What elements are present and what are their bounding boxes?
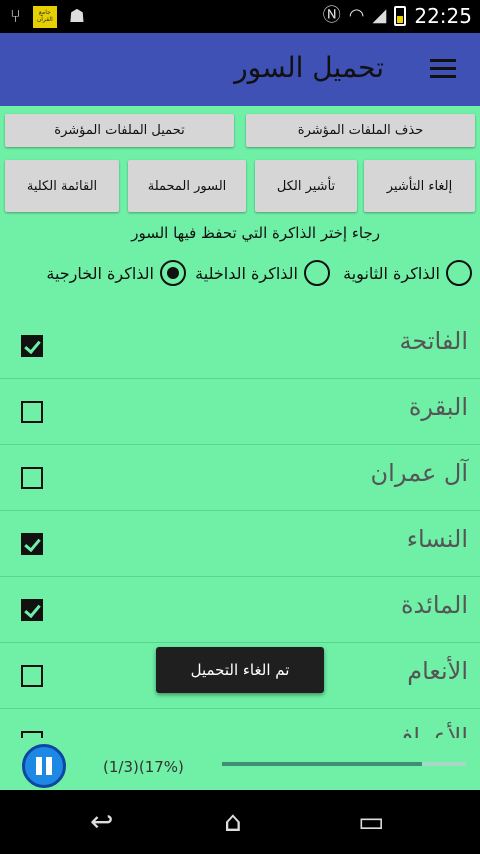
recents-icon[interactable]: ▭ [358,806,384,838]
app-bar: تحميل السور [0,33,480,106]
list-item[interactable]: البقرة [0,379,480,445]
surah-name: الأنعام [407,657,468,685]
surah-checkbox[interactable] [21,467,43,489]
surah-checkbox[interactable] [21,599,43,621]
radio-circle [446,260,472,286]
downloaded-surahs-button[interactable]: السور المحملة [128,160,246,212]
surah-name: آل عمران [370,459,468,487]
list-item[interactable]: الفاتحة [0,313,480,379]
radio-circle-selected [160,260,186,286]
android-icon: ☗ [68,6,85,27]
pause-icon[interactable] [22,744,66,788]
battery-charging-icon [394,6,407,26]
wifi-icon: ◠ [348,5,365,26]
radio-internal-memory[interactable]: الذاكرة الداخلية [195,260,330,286]
status-bar: ⑂ جامع القرآن ☗ Ⓝ ◠ ◢ 22:25 [0,0,480,33]
status-time: 22:25 [414,4,472,28]
list-item[interactable]: النساء [0,511,480,577]
radio-label: الذاكرة الثانوية [343,263,440,283]
toast-message: تم الغاء التحميل [156,647,324,693]
radio-external-memory[interactable]: الذاكرة الخارجية [46,260,186,286]
progress-text: (1/3)(17%) [103,758,184,776]
main-content: حذف الملفات المؤشرة تحميل الملفات المؤشر… [0,106,480,790]
progress-track [222,762,466,766]
home-icon[interactable]: ⌂ [224,806,242,838]
radio-circle [304,260,330,286]
surah-name: الفاتحة [399,327,468,355]
signal-icon: ◢ [372,5,387,26]
full-list-button[interactable]: القائمة الكلية [5,160,119,212]
nfc-icon: Ⓝ [322,5,341,26]
surah-name: النساء [406,525,468,553]
surah-checkbox[interactable] [21,401,43,423]
radio-secondary-memory[interactable]: الذاكرة الثانوية [343,260,472,286]
surah-list: الفاتحة البقرة آل عمران النساء المائدة ا… [0,313,480,775]
page-title: تحميل السور [234,51,384,84]
radio-label: الذاكرة الخارجية [46,263,154,283]
surah-checkbox[interactable] [21,533,43,555]
delete-marked-button[interactable]: حذف الملفات المؤشرة [246,114,475,147]
surah-name: البقرة [408,393,468,421]
surah-checkbox[interactable] [21,335,43,357]
status-left-icons: ⑂ جامع القرآن ☗ [10,5,85,29]
progress-fill [222,762,423,766]
hamburger-menu-icon[interactable] [430,59,460,81]
back-icon[interactable]: ↩ [90,806,113,838]
memory-hint: رجاء إختر الذاكرة التي تحفظ فيها السور [131,224,380,242]
download-progress-bar: (1/3)(17%) [0,738,480,790]
memory-radio-group: الذاكرة الثانوية الذاكرة الداخلية الذاكر… [0,260,480,296]
radio-label: الذاكرة الداخلية [195,263,298,283]
usb-icon: ⑂ [10,6,21,27]
status-right-icons: Ⓝ ◠ ◢ 22:25 [323,4,472,28]
surah-name: المائدة [400,591,468,619]
unmark-button[interactable]: إلغاء التأشير [364,160,475,212]
surah-checkbox[interactable] [21,665,43,687]
app-notification-badge: جامع القرآن [32,6,57,28]
mark-all-button[interactable]: تأشير الكل [255,160,357,212]
navigation-bar: ↩ ⌂ ▭ [0,790,480,854]
list-item[interactable]: آل عمران [0,445,480,511]
list-item[interactable]: المائدة [0,577,480,643]
download-marked-button[interactable]: تحميل الملفات المؤشرة [5,114,234,147]
